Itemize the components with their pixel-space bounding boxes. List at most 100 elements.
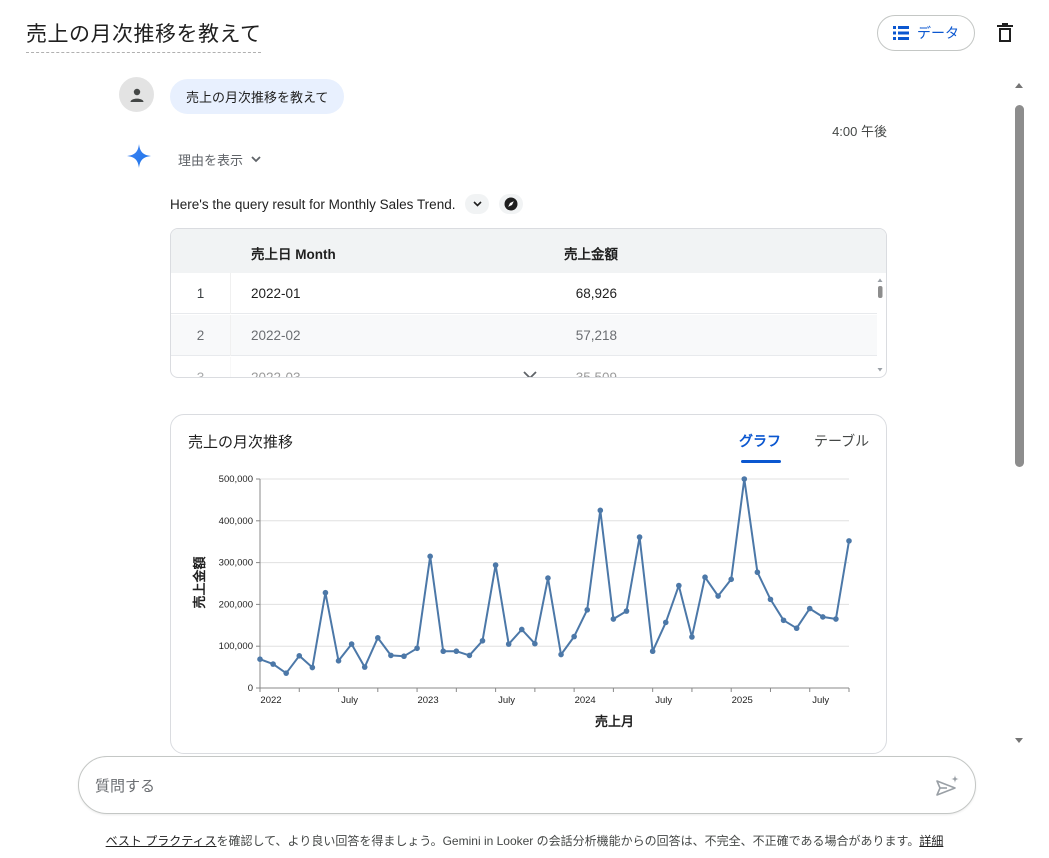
data-point <box>283 670 289 676</box>
data-point <box>518 626 525 633</box>
send-icon[interactable] <box>935 773 961 799</box>
chevron-down-icon <box>473 201 482 207</box>
y-tick-label: 0 <box>248 683 253 694</box>
data-point <box>322 589 329 596</box>
x-axis-title: 売上月 <box>595 714 634 729</box>
data-point <box>545 575 551 581</box>
avatar <box>119 77 154 112</box>
expand-query-button[interactable] <box>465 194 490 214</box>
data-button[interactable]: データ <box>877 15 975 51</box>
cell-month: 2022-03 <box>251 370 301 378</box>
result-text: Here's the query result for Monthly Sale… <box>170 196 456 212</box>
page-title: 売上の月次推移を教えて <box>26 18 262 53</box>
disclaimer-text: を確認して、より良い回答を得ましょう。Gemini in Looker の会話分… <box>216 834 920 848</box>
x-tick-label: 2022 <box>260 695 281 706</box>
data-point <box>361 664 368 670</box>
data-point <box>676 582 682 589</box>
data-point <box>597 507 604 514</box>
table-scrollbar[interactable] <box>876 277 884 373</box>
table-row: 2 2022-02 57,218 <box>171 315 877 356</box>
result-summary: Here's the query result for Monthly Sale… <box>170 194 524 214</box>
y-tick-label: 300,000 <box>219 558 253 569</box>
data-point <box>728 576 734 583</box>
chevron-down-icon <box>251 156 261 163</box>
data-point <box>793 625 800 632</box>
timestamp: 4:00 午後 <box>832 124 887 139</box>
data-point <box>571 633 577 640</box>
footer-disclaimer: ベスト プラクティスを確認して、より良い回答を得ましょう。Gemini in L… <box>0 832 1049 849</box>
data-point <box>270 661 276 667</box>
result-table: 売上日 Month 売上金額 1 2022-01 68,926 2 2022-0… <box>170 228 887 378</box>
gemini-sparkle-icon <box>127 144 151 168</box>
data-point <box>532 640 538 647</box>
best-practices-link[interactable]: ベスト プラクティス <box>106 834 217 848</box>
row-index: 3 <box>171 357 231 377</box>
table-row: 1 2022-01 68,926 <box>171 273 877 314</box>
data-point <box>833 616 839 622</box>
x-tick-label: 2025 <box>732 695 753 706</box>
scrollbar-thumb[interactable] <box>1015 105 1024 467</box>
data-point <box>479 637 486 644</box>
data-point <box>636 534 643 540</box>
question-input[interactable] <box>95 774 915 798</box>
y-tick-label: 500,000 <box>219 474 253 485</box>
expand-table-chevron-icon[interactable] <box>523 371 537 378</box>
data-point <box>623 608 630 614</box>
cell-sales: 35,509 <box>575 370 617 378</box>
show-reasoning-toggle[interactable]: 理由を表示 <box>178 150 261 169</box>
data-point <box>296 653 303 659</box>
user-message: 売上の月次推移を教えて <box>170 79 345 114</box>
cell-month: 2022-01 <box>251 286 301 301</box>
column-header-month[interactable]: 売上日 Month <box>251 243 336 263</box>
row-index: 2 <box>171 315 231 356</box>
data-point <box>558 651 564 658</box>
cell-sales: 57,218 <box>575 328 617 343</box>
cell-month: 2022-02 <box>251 328 301 343</box>
explore-button[interactable] <box>499 194 524 214</box>
x-tick-label: July <box>498 695 515 706</box>
data-point <box>662 619 669 626</box>
row-index: 1 <box>171 273 231 314</box>
data-point <box>466 652 473 659</box>
delete-button[interactable] <box>994 20 1016 44</box>
x-tick-label: July <box>655 695 672 706</box>
data-point <box>754 569 761 576</box>
y-tick-label: 100,000 <box>219 641 253 652</box>
data-point <box>741 476 748 482</box>
y-axis-title: 売上金額 <box>192 556 207 608</box>
x-tick-label: 2024 <box>575 695 596 706</box>
data-point <box>780 617 787 624</box>
x-tick-label: July <box>341 695 358 706</box>
reasoning-label: 理由を表示 <box>178 153 244 168</box>
data-point <box>440 648 447 655</box>
data-point <box>715 593 721 599</box>
data-point <box>257 656 263 662</box>
data-point <box>414 645 420 652</box>
details-link[interactable]: 詳細 <box>919 834 943 848</box>
scroll-down-arrow[interactable] <box>1014 736 1024 746</box>
data-point <box>505 641 512 647</box>
line-chart: 0 100,000 200,000 300,000 400,000 500,000 2022… <box>192 474 852 729</box>
trash-icon <box>997 22 1013 42</box>
data-point <box>806 605 813 612</box>
list-icon <box>893 26 909 40</box>
data-point <box>584 607 591 613</box>
column-header-sales[interactable]: 売上金額 <box>564 243 618 263</box>
data-point <box>702 574 708 581</box>
data-point <box>820 614 826 620</box>
data-point <box>649 648 656 655</box>
data-point <box>375 635 381 641</box>
scroll-up-arrow[interactable] <box>1014 80 1024 90</box>
cell-sales: 68,926 <box>575 286 617 301</box>
data-point <box>767 596 774 603</box>
chart-card: 売上の月次推移 グラフ テーブル 0 100,000 200,000 300,000 4… <box>170 414 887 754</box>
data-button-label: データ <box>917 25 959 41</box>
person-icon <box>130 88 143 102</box>
question-input-box <box>78 756 976 814</box>
data-point <box>453 648 460 655</box>
data-point <box>492 562 499 568</box>
data-point <box>846 538 852 544</box>
series-line <box>259 478 850 675</box>
x-tick-label: July <box>812 695 829 706</box>
data-point <box>610 616 617 622</box>
